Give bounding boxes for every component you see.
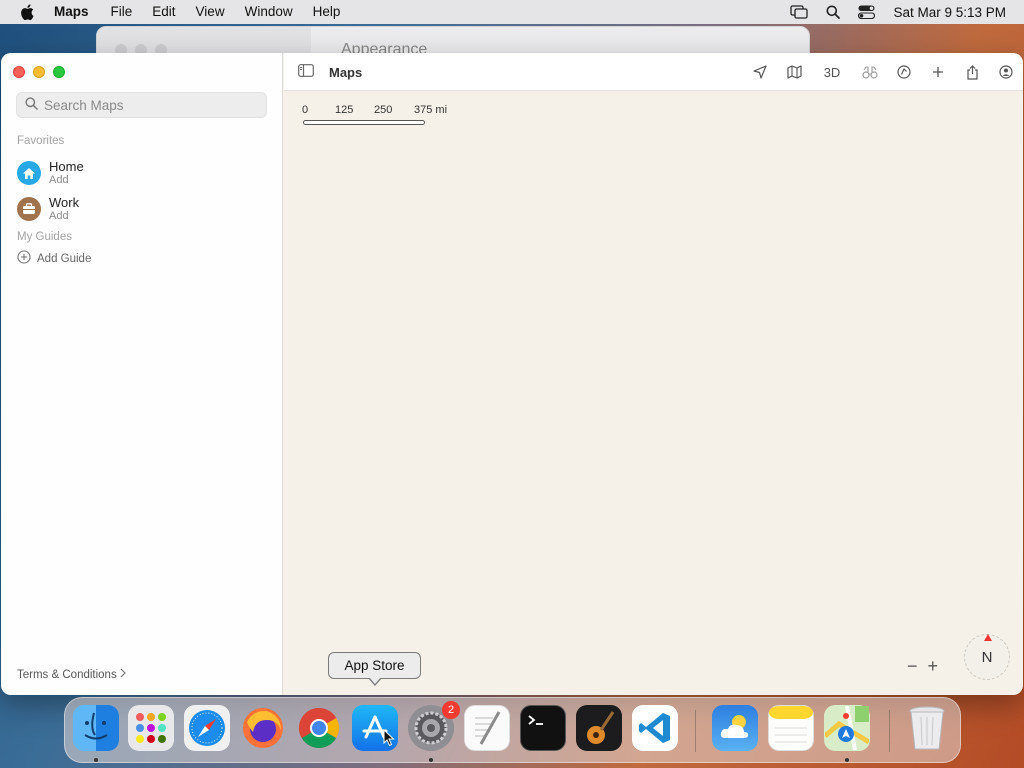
dock-separator (695, 710, 696, 752)
chevron-right-icon (120, 668, 126, 681)
scale-label-125: 125 (335, 104, 354, 116)
window-title: Maps (329, 65, 363, 80)
menu-app-name[interactable]: Maps (54, 0, 101, 24)
search-input[interactable] (44, 97, 254, 113)
firefox-icon[interactable] (240, 705, 286, 751)
maximize-button[interactable] (53, 66, 65, 78)
dock-tooltip: App Store (328, 652, 421, 686)
house-icon (17, 161, 41, 185)
menu-edit[interactable]: Edit (142, 0, 185, 24)
add-guide-button[interactable]: Add Guide (17, 250, 91, 267)
textedit-icon[interactable] (464, 705, 510, 751)
terms-link[interactable]: Terms & Conditions (17, 668, 126, 681)
notes-icon[interactable] (768, 705, 814, 751)
search-field[interactable] (16, 92, 267, 118)
favorite-home-name: Home (49, 159, 84, 174)
tracking-icon[interactable] (887, 53, 921, 91)
mouse-pointer-icon (383, 728, 395, 750)
minimize-button[interactable] (33, 66, 45, 78)
control-center-icon[interactable] (858, 5, 876, 19)
spotlight-search-icon[interactable] (826, 5, 841, 19)
favorites-label: Favorites (17, 135, 65, 147)
maps-window: Favorites Home Add Work Add My Guides (1, 53, 1023, 695)
zoom-in-button[interactable]: + (928, 656, 939, 677)
sidebar-toggle-icon[interactable] (298, 64, 314, 80)
trash-icon[interactable] (904, 705, 950, 751)
compass-arrow-icon (984, 634, 992, 641)
finder-running-dot (94, 758, 98, 762)
3d-button[interactable]: 3D (811, 53, 853, 91)
terms-label: Terms & Conditions (17, 668, 117, 681)
compass-label: N (981, 648, 993, 666)
sidebar: Favorites Home Add Work Add My Guides (1, 53, 283, 695)
map-canvas[interactable]: 0 125 250 375 mi − + N (284, 91, 1023, 695)
location-arrow-icon[interactable] (743, 53, 777, 91)
garageband-icon[interactable] (576, 705, 622, 751)
favorite-work-sub: Add (49, 210, 69, 222)
scale-label-0: 0 (302, 104, 309, 116)
scale-bar: 0 125 250 375 mi (302, 104, 472, 125)
briefcase-icon (17, 197, 41, 221)
search-icon (25, 97, 38, 113)
toolbar: Maps 3D (284, 53, 1023, 91)
notification-badge: 2 (442, 701, 460, 719)
plus-circle-icon (17, 250, 31, 267)
toolbar-tools: 3D (743, 53, 1023, 91)
compass[interactable]: N (964, 634, 1010, 680)
menu-window[interactable]: Window (235, 0, 303, 24)
screen-mirroring-icon[interactable] (790, 5, 809, 19)
my-guides-label: My Guides (17, 231, 72, 243)
maps-running-dot (845, 758, 849, 762)
favorite-home-sub: Add (49, 174, 69, 186)
favorite-work-name: Work (49, 195, 80, 210)
plus-icon[interactable] (921, 53, 955, 91)
menu-help[interactable]: Help (303, 0, 351, 24)
apple-menu-icon[interactable] (0, 4, 54, 20)
menu-bar: Maps File Edit View Window Help Sat Mar … (0, 0, 1024, 24)
system-preferences-icon[interactable]: 2 (408, 701, 460, 751)
menu-file[interactable]: File (101, 0, 143, 24)
terminal-icon[interactable] (520, 705, 566, 751)
favorite-home[interactable]: Home Add (17, 159, 84, 187)
account-icon[interactable] (989, 53, 1023, 91)
maps-app-icon[interactable] (824, 705, 870, 751)
dock: 2 (64, 697, 961, 763)
weather-icon[interactable] (712, 705, 758, 751)
dock-separator-trash (889, 710, 890, 752)
finder-icon[interactable] (73, 705, 119, 751)
scale-label-375: 375 mi (414, 104, 448, 116)
share-icon[interactable] (955, 53, 989, 91)
zoom-out-button[interactable]: − (907, 656, 918, 677)
vscode-icon[interactable] (632, 705, 678, 751)
scale-label-250: 250 (374, 104, 393, 116)
launchpad-icon[interactable] (128, 705, 174, 751)
scale-bar-line (303, 120, 425, 125)
chrome-icon[interactable] (296, 705, 342, 751)
binoculars-icon[interactable] (853, 53, 887, 91)
menu-clock[interactable]: Sat Mar 9 5:13 PM (893, 5, 1006, 20)
menu-view[interactable]: View (186, 0, 235, 24)
system-preferences-running-dot (429, 758, 433, 762)
safari-icon[interactable] (184, 705, 230, 751)
add-guide-label: Add Guide (37, 252, 92, 265)
favorite-work[interactable]: Work Add (17, 195, 79, 223)
map-icon[interactable] (777, 53, 811, 91)
zoom-controls: − + (907, 656, 938, 677)
traffic-lights (13, 66, 65, 78)
close-button[interactable] (13, 66, 25, 78)
